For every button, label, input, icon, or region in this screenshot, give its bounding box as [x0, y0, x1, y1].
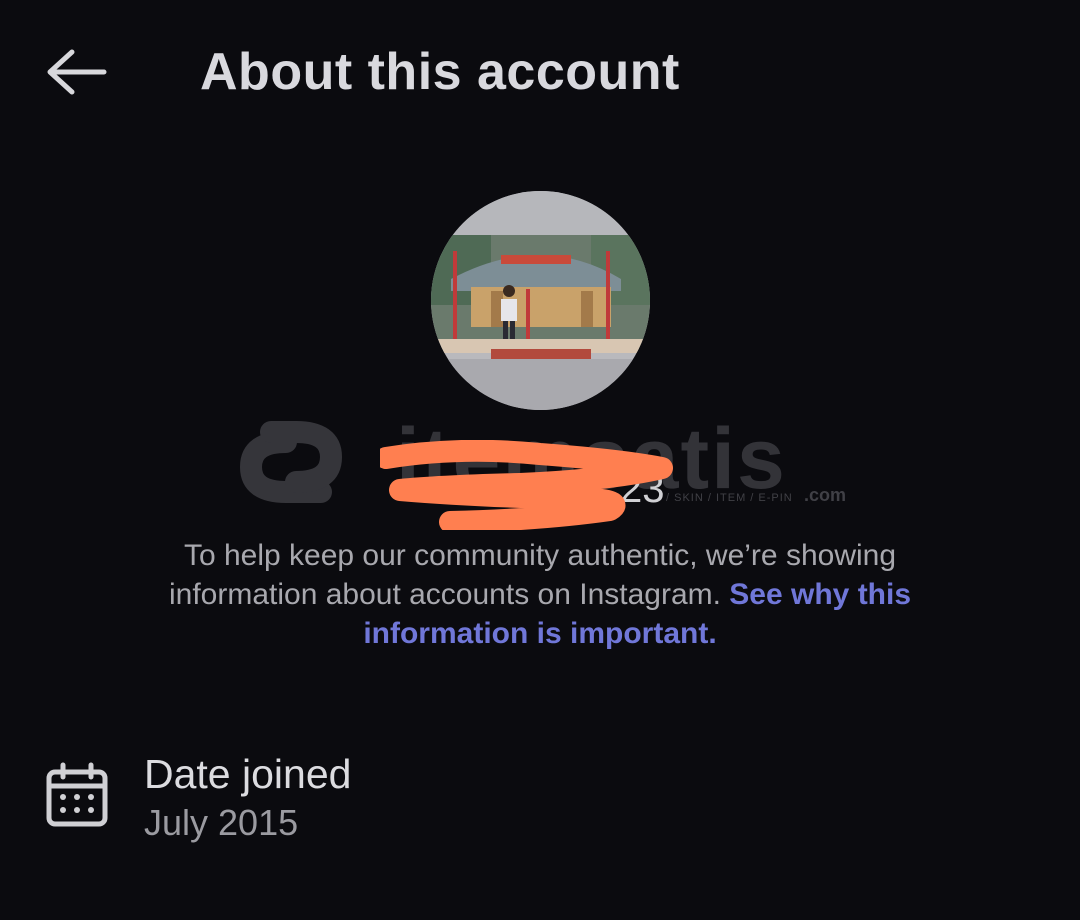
back-button[interactable]: [38, 42, 114, 106]
watermark-suffix: .com: [804, 485, 847, 505]
date-joined-value: July 2015: [144, 802, 299, 843]
watermark-tagline: / SKIN / ITEM / E-PIN: [666, 492, 793, 504]
redaction-scribble: [375, 439, 680, 535]
calendar-icon: [44, 762, 110, 828]
page-title: About this account: [200, 43, 680, 101]
avatar: [431, 191, 650, 410]
arrow-left-icon: [44, 48, 108, 101]
info-text-block: To help keep our community authentic, we…: [110, 536, 970, 653]
date-joined-label: Date joined: [144, 751, 352, 797]
header: About this account: [0, 0, 1080, 145]
date-joined-row: Date joined July 2015: [0, 740, 1080, 860]
